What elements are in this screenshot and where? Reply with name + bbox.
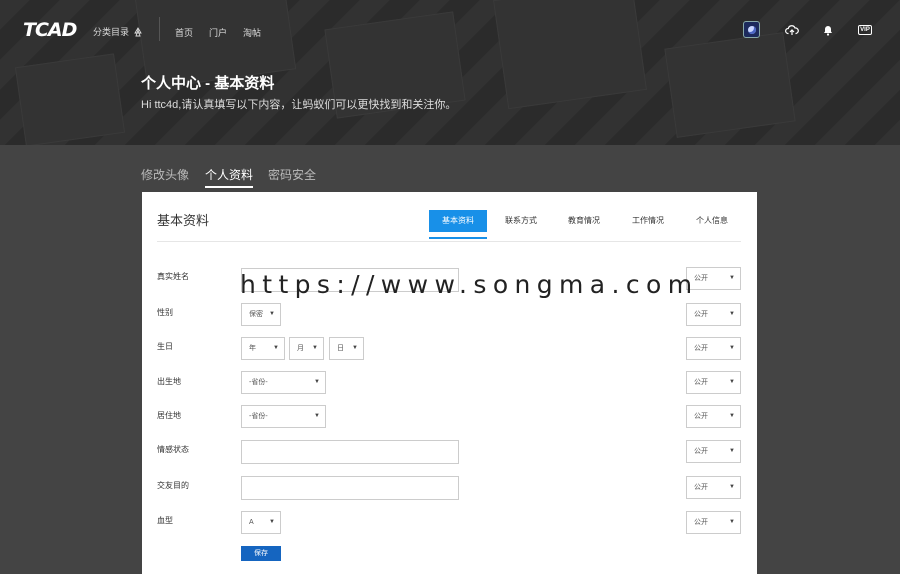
chevron-down-icon: ▼ (312, 345, 318, 351)
chevron-down-icon: ▼ (729, 275, 735, 281)
header-divider (159, 17, 160, 41)
chevron-down-icon: ▼ (314, 379, 320, 385)
chevron-down-icon: ▼ (314, 413, 320, 419)
tab-profile[interactable]: 个人资料 (205, 166, 254, 188)
blood-select[interactable]: A ▼ (241, 511, 281, 534)
category-menu[interactable]: 分类目录 (93, 25, 143, 38)
chevron-down-icon: ▼ (729, 311, 735, 317)
privacy-select-birthday[interactable]: 公开 ▼ (686, 337, 741, 360)
chevron-down-icon: ▼ (269, 311, 275, 317)
birthplace-province-select[interactable]: -省份- ▼ (241, 371, 326, 394)
site-logo[interactable]: TCAD (23, 19, 77, 41)
user-avatar[interactable] (743, 21, 760, 38)
chevron-down-icon: ▼ (729, 413, 735, 419)
save-button[interactable]: 保存 (241, 546, 281, 561)
card-title: 基本资料 (157, 213, 210, 228)
privacy-select-birthplace[interactable]: 公开 ▼ (686, 371, 741, 394)
chevron-down-icon: ▼ (729, 484, 735, 490)
gender-select[interactable]: 保密 ▼ (241, 303, 281, 326)
label-birthplace: 出生地 (157, 377, 181, 386)
top-bar: TCAD 分类目录 首页 门户 淘帖 VIP (0, 0, 900, 60)
subtab-personal[interactable]: 个人信息 (688, 210, 736, 232)
watermark: https://www.songma.com (240, 270, 699, 299)
label-birthday: 生日 (157, 342, 173, 351)
label-residence: 居住地 (157, 411, 181, 420)
label-gender: 性别 (157, 308, 173, 317)
subtab-contact[interactable]: 联系方式 (497, 210, 545, 232)
birth-month-select[interactable]: 月 ▼ (289, 337, 324, 360)
birth-year-select[interactable]: 年 ▼ (241, 337, 285, 360)
subtab-education[interactable]: 教育情况 (560, 210, 608, 232)
profile-card: 基本资料 基本资料 联系方式 教育情况 工作情况 个人信息 真实姓名 公开 ▼ 性… (142, 192, 757, 574)
chevron-down-icon: ▼ (352, 345, 358, 351)
label-purpose: 交友目的 (157, 481, 189, 490)
vip-icon[interactable]: VIP (858, 25, 872, 35)
privacy-select-gender[interactable]: 公开 ▼ (686, 303, 741, 326)
chevron-down-icon: ▼ (729, 519, 735, 525)
page-title: 个人中心 - 基本资料 (141, 75, 275, 92)
label-relationship: 情感状态 (157, 445, 189, 454)
cloud-upload-icon[interactable] (785, 23, 799, 37)
subtab-basic[interactable]: 基本资料 (429, 210, 487, 239)
tab-avatar[interactable]: 修改头像 (141, 166, 189, 183)
residence-province-select[interactable]: -省份- ▼ (241, 405, 326, 428)
nav-portal[interactable]: 门户 (209, 26, 227, 39)
category-label: 分类目录 (93, 27, 130, 37)
relationship-input[interactable] (241, 440, 459, 464)
page-subtitle: Hi ttc4d,请认真填写以下内容，让蚂蚁们可以更快找到和关注你。 (141, 99, 457, 111)
privacy-select-relationship[interactable]: 公开 ▼ (686, 440, 741, 463)
birth-day-select[interactable]: 日 ▼ (329, 337, 364, 360)
label-realname: 真实姓名 (157, 272, 189, 281)
bell-icon[interactable] (821, 23, 835, 37)
tree-icon (134, 26, 142, 36)
privacy-select-purpose[interactable]: 公开 ▼ (686, 476, 741, 499)
chevron-down-icon: ▼ (269, 519, 275, 525)
chevron-down-icon: ▼ (273, 345, 279, 351)
privacy-select-residence[interactable]: 公开 ▼ (686, 405, 741, 428)
card-divider (157, 241, 741, 242)
chevron-down-icon: ▼ (729, 448, 735, 454)
subtab-work[interactable]: 工作情况 (624, 210, 672, 232)
tab-password[interactable]: 密码安全 (268, 166, 316, 183)
label-blood: 血型 (157, 516, 173, 525)
purpose-input[interactable] (241, 476, 459, 500)
nav-home[interactable]: 首页 (175, 26, 193, 39)
chevron-down-icon: ▼ (729, 379, 735, 385)
privacy-select-blood[interactable]: 公开 ▼ (686, 511, 741, 534)
chevron-down-icon: ▼ (729, 345, 735, 351)
nav-collections[interactable]: 淘帖 (243, 26, 261, 39)
